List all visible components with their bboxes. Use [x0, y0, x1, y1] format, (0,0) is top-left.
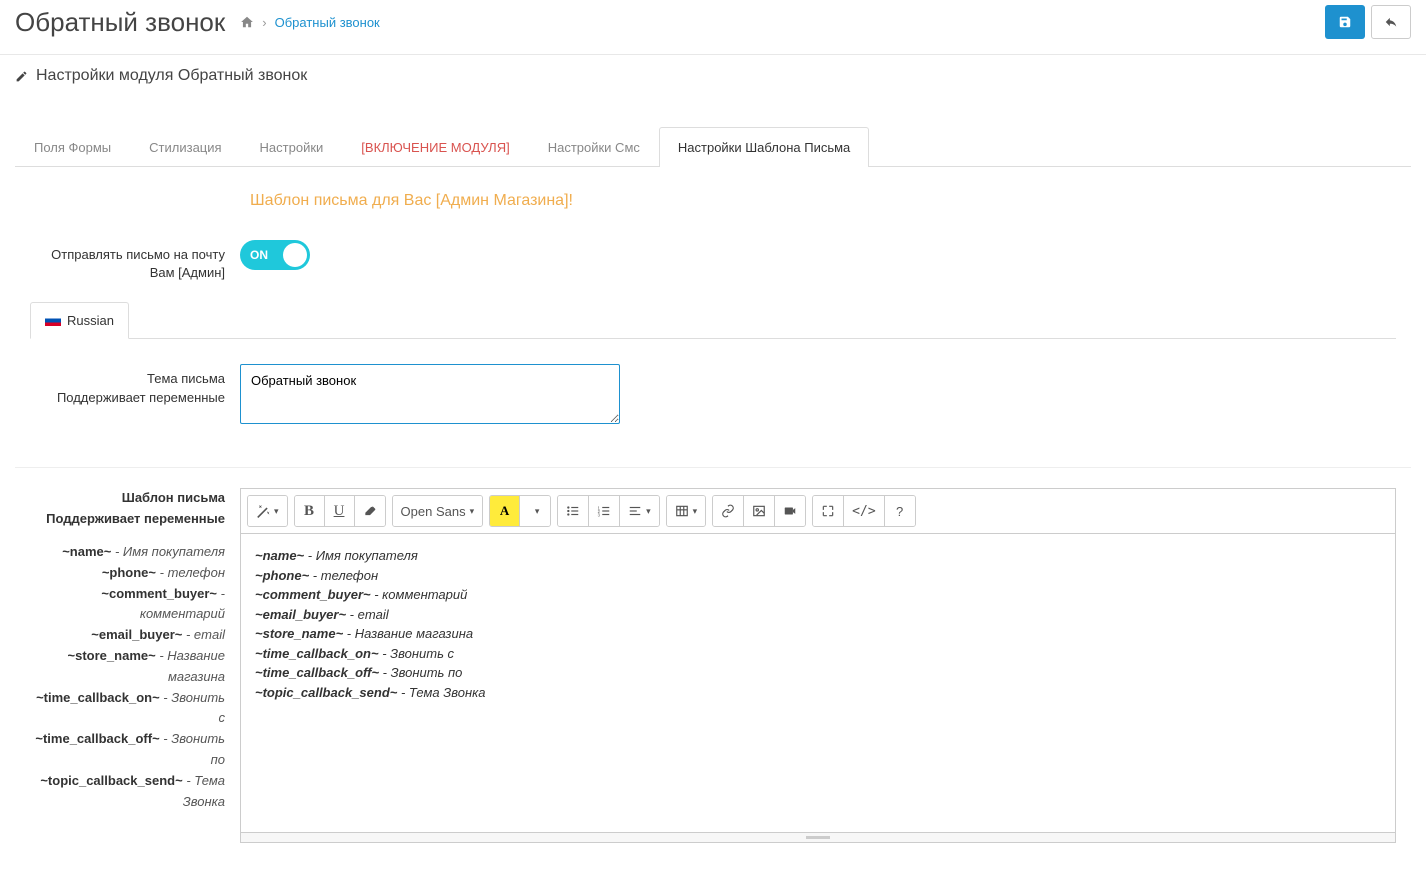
- link-button[interactable]: [713, 496, 744, 526]
- variable-hint: ~comment_buyer~ - комментарий: [30, 584, 225, 626]
- image-button[interactable]: [744, 496, 775, 526]
- variable-hint: ~phone~ - телефон: [30, 563, 225, 584]
- ul-button[interactable]: [558, 496, 589, 526]
- panel-heading: Настройки модуля Обратный звонок: [0, 55, 1426, 97]
- flag-ru-icon: [45, 315, 61, 326]
- video-button[interactable]: [775, 496, 805, 526]
- align-icon: [628, 504, 642, 518]
- fullscreen-button[interactable]: [813, 496, 844, 526]
- link-icon: [721, 504, 735, 518]
- send-admin-toggle[interactable]: ON: [240, 240, 310, 270]
- editor-toolbar: ▾ B U Open Sans▾ A ▾: [240, 488, 1396, 533]
- variable-hint: ~time_callback_off~ - Звонить по: [30, 729, 225, 771]
- tab-settings[interactable]: Настройки: [241, 127, 343, 167]
- list-ol-icon: 123: [597, 504, 611, 518]
- code-view-button[interactable]: </>: [844, 496, 884, 526]
- section-title: Шаблон письма для Вас [Админ Магазина]!: [250, 192, 1396, 210]
- clear-format-button[interactable]: [355, 496, 385, 526]
- tab-fields[interactable]: Поля Формы: [15, 127, 130, 167]
- magic-button[interactable]: ▾: [248, 496, 287, 526]
- language-tab-russian[interactable]: Russian: [30, 302, 129, 339]
- image-icon: [752, 504, 766, 518]
- breadcrumb-link[interactable]: Обратный звонок: [275, 15, 380, 30]
- editor-resize-handle[interactable]: [240, 833, 1396, 843]
- save-button[interactable]: [1325, 5, 1365, 39]
- table-button[interactable]: ▾: [667, 496, 706, 526]
- fullscreen-icon: [821, 504, 835, 518]
- svg-text:3: 3: [598, 513, 601, 518]
- table-icon: [675, 504, 689, 518]
- tab-styling[interactable]: Стилизация: [130, 127, 240, 167]
- language-tabs: Russian: [30, 302, 1396, 339]
- subject-label: Тема письма Поддерживает переменные: [30, 364, 240, 427]
- page-title: Обратный звонок: [15, 7, 225, 38]
- send-admin-label: Отправлять письмо на почту Вам [Админ]: [30, 240, 240, 282]
- template-label: Шаблон письма Поддерживает переменные ~n…: [30, 488, 240, 843]
- tab-enable-module[interactable]: [ВКЛЮЧЕНИЕ МОДУЛЯ]: [342, 127, 528, 167]
- page-header: Обратный звонок › Обратный звонок: [0, 0, 1426, 55]
- breadcrumb: › Обратный звонок: [240, 15, 379, 30]
- align-button[interactable]: ▾: [620, 496, 659, 526]
- variable-hint: ~store_name~ - Название магазина: [30, 646, 225, 688]
- variable-hint: ~time_callback_on~ - Звонить с: [30, 688, 225, 730]
- eraser-icon: [363, 504, 377, 518]
- save-icon: [1338, 15, 1352, 29]
- ol-button[interactable]: 123: [589, 496, 620, 526]
- bold-button[interactable]: B: [295, 496, 325, 526]
- variable-hint: ~topic_callback_send~ - Тема Звонка: [30, 771, 225, 813]
- reply-icon: [1384, 15, 1398, 29]
- variable-hint: ~name~ - Имя покупателя: [30, 542, 225, 563]
- video-icon: [783, 504, 797, 518]
- tab-email-template[interactable]: Настройки Шаблона Письма: [659, 127, 869, 167]
- tab-sms[interactable]: Настройки Смс: [529, 127, 659, 167]
- home-icon[interactable]: [240, 15, 254, 29]
- back-button[interactable]: [1371, 5, 1411, 39]
- pencil-icon: [15, 70, 28, 83]
- main-tabs: Поля Формы Стилизация Настройки [ВКЛЮЧЕН…: [15, 127, 1411, 167]
- font-family-button[interactable]: Open Sans▾: [393, 496, 483, 526]
- editor-body[interactable]: ~name~ - Имя покупателя~phone~ - телефон…: [240, 533, 1396, 833]
- magic-icon: [256, 504, 270, 518]
- help-button[interactable]: ?: [885, 496, 915, 526]
- underline-button[interactable]: U: [325, 496, 355, 526]
- font-color-dropdown[interactable]: ▾: [520, 496, 550, 526]
- variable-hint: ~email_buyer~ - email: [30, 625, 225, 646]
- subject-input[interactable]: [240, 364, 620, 424]
- list-ul-icon: [566, 504, 580, 518]
- font-color-button[interactable]: A: [490, 496, 520, 526]
